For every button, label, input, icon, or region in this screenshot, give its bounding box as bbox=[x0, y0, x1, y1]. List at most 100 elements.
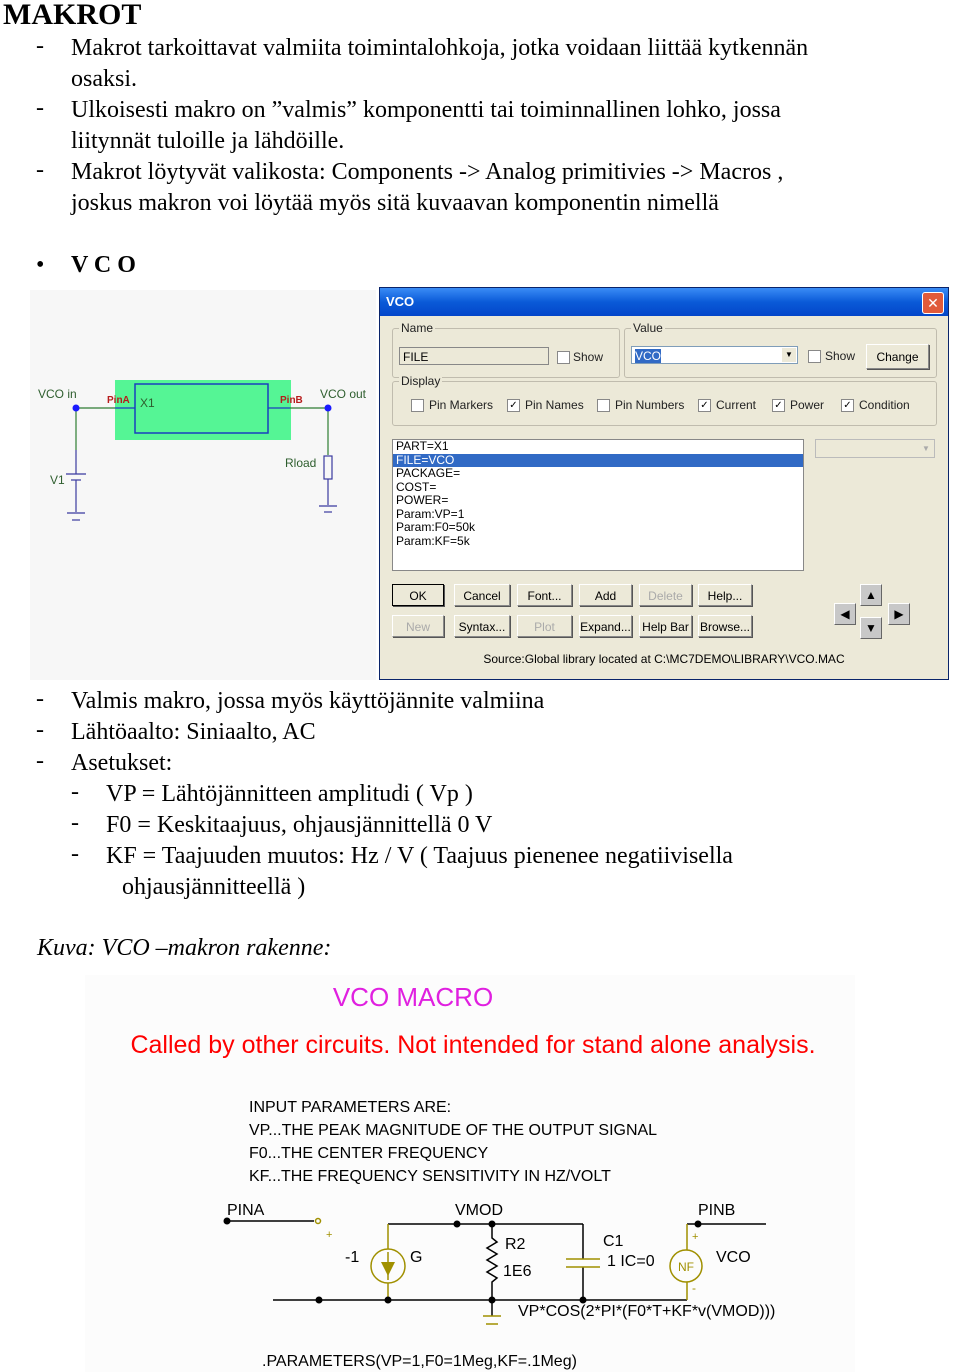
text-line: F0 = Keskitaajuus, ohjausjännittellä 0 V bbox=[106, 812, 493, 838]
value-show-checkbox[interactable] bbox=[808, 350, 821, 363]
label-pin-a: PinA bbox=[107, 395, 130, 406]
checkbox-pin-names[interactable]: ✓ bbox=[507, 399, 520, 412]
text-line: Valmis makro, jossa myös käyttöjännite v… bbox=[71, 688, 545, 714]
label-pin-b: PinB bbox=[280, 395, 303, 406]
label-r2: R2 bbox=[505, 1236, 526, 1253]
value-combobox[interactable]: VCO ▼ bbox=[631, 346, 798, 364]
font-button[interactable]: Font... bbox=[517, 584, 572, 606]
label-g: G bbox=[410, 1249, 422, 1266]
checkbox-label: Pin Markers bbox=[429, 398, 494, 412]
param-line: KF...THE FREQUENCY SENSITIVITY IN HZ/VOL… bbox=[249, 1168, 611, 1185]
node-vco-out bbox=[324, 404, 332, 412]
chevron-down-icon[interactable]: ▼ bbox=[919, 441, 933, 456]
name-group-label: Name bbox=[399, 321, 436, 335]
label-vco: VCO bbox=[716, 1249, 751, 1266]
node-vco-in bbox=[72, 404, 80, 412]
label-vco-out: VCO out bbox=[320, 387, 367, 401]
source-path: Source:Global library located at C:\MC7D… bbox=[483, 652, 845, 666]
dialog-title-bar[interactable]: VCO bbox=[380, 288, 948, 316]
text-line: joskus makron voi löytää myös sitä kuvaa… bbox=[71, 190, 719, 216]
name-field[interactable]: FILE bbox=[399, 347, 549, 365]
label-nf: NF bbox=[678, 1260, 694, 1274]
attribute-item[interactable]: Param:F0=50k bbox=[393, 520, 803, 535]
delete-button[interactable]: Delete bbox=[639, 584, 692, 606]
plot-button[interactable]: Plot bbox=[517, 615, 572, 637]
checkbox-label: Power bbox=[790, 398, 825, 412]
attribute-item[interactable]: Param:KF=5k bbox=[393, 534, 803, 549]
macro-block bbox=[115, 380, 291, 440]
label-gain: -1 bbox=[345, 1249, 359, 1266]
arrow-down-icon[interactable]: ▼ bbox=[860, 617, 882, 639]
cancel-button[interactable]: Cancel bbox=[454, 584, 510, 606]
label-r2-value: 1E6 bbox=[503, 1263, 532, 1280]
add-button[interactable]: Add bbox=[579, 584, 632, 606]
node bbox=[453, 1220, 461, 1228]
syntax-button[interactable]: Syntax... bbox=[454, 615, 510, 637]
help-button[interactable]: Help... bbox=[698, 584, 752, 606]
text-line: Asetukset: bbox=[71, 750, 173, 776]
display-group-label: Display bbox=[399, 374, 443, 388]
new-button[interactable]: New bbox=[392, 615, 444, 637]
change-button[interactable]: Change bbox=[866, 344, 929, 369]
checkbox-pin-numbers[interactable] bbox=[597, 399, 610, 412]
dash: - bbox=[36, 748, 44, 774]
text-line: liitynnät tuloille ja lähdöille. bbox=[71, 128, 345, 154]
value-group-label: Value bbox=[631, 321, 665, 335]
expand-button[interactable]: Expand... bbox=[579, 615, 632, 637]
param-line: INPUT PARAMETERS ARE: bbox=[249, 1099, 451, 1116]
value-text: VCO bbox=[635, 349, 662, 363]
arrow-left-icon[interactable]: ◀ bbox=[834, 603, 856, 625]
label-pinb: PINB bbox=[698, 1202, 735, 1219]
attribute-item[interactable]: Param:VP=1 bbox=[393, 507, 803, 522]
browse-button[interactable]: Browse... bbox=[698, 615, 752, 637]
parameters-directive: .PARAMETERS(VP=1,F0=1Meg,KF=.1Meg) bbox=[262, 1353, 577, 1370]
node bbox=[488, 1220, 496, 1228]
dash: - bbox=[36, 33, 44, 59]
macro-subtitle: Called by other circuits. Not intended f… bbox=[130, 1031, 815, 1059]
text-line: KF = Taajuuden muutos: Hz / V ( Taajuus … bbox=[106, 843, 733, 869]
label-nf-plus: + bbox=[692, 1231, 698, 1243]
vco-attribute-dialog: VCO ✕ Name FILE Show Value VCO ▼ Show Cha… bbox=[379, 287, 949, 680]
name-show-checkbox[interactable] bbox=[557, 351, 570, 364]
ok-button[interactable]: OK bbox=[392, 584, 444, 606]
macro-title: VCO MACRO bbox=[333, 982, 493, 1012]
bullet: • bbox=[36, 252, 45, 278]
name-show-label: Show bbox=[573, 350, 604, 364]
node bbox=[315, 1296, 323, 1304]
checkbox-label: Current bbox=[716, 398, 757, 412]
label-plus: + bbox=[326, 1229, 332, 1241]
chevron-down-icon[interactable]: ▼ bbox=[782, 348, 796, 362]
attribute-item[interactable]: POWER= bbox=[393, 493, 803, 508]
dash: - bbox=[71, 841, 79, 867]
dash: - bbox=[36, 686, 44, 712]
attribute-list[interactable]: PART=X1 FILE=VCO PACKAGE= COST= POWER= Param:… bbox=[392, 439, 804, 571]
attribute-item[interactable]: PACKAGE= bbox=[393, 466, 803, 481]
attribute-item[interactable]: FILE=VCO bbox=[393, 453, 803, 467]
checkbox-power[interactable]: ✓ bbox=[772, 399, 785, 412]
label-pina: PINA bbox=[227, 1202, 265, 1219]
arrow-up-icon[interactable]: ▲ bbox=[860, 584, 882, 606]
checkbox-current[interactable]: ✓ bbox=[698, 399, 711, 412]
help-bar-button[interactable]: Help Bar bbox=[639, 615, 692, 637]
label-v1: V1 bbox=[50, 473, 65, 487]
checkbox-label: Pin Numbers bbox=[615, 398, 685, 412]
node bbox=[384, 1296, 392, 1304]
close-icon[interactable]: ✕ bbox=[922, 292, 944, 314]
checkbox-pin-markers[interactable] bbox=[411, 399, 424, 412]
checkbox-condition[interactable]: ✓ bbox=[841, 399, 854, 412]
dialog-title: VCO bbox=[386, 294, 415, 309]
attribute-value-combobox[interactable]: ▼ bbox=[815, 439, 935, 458]
dash: - bbox=[71, 810, 79, 836]
figure-caption: Kuva: VCO –makron rakenne: bbox=[37, 935, 332, 961]
label-vmod: VMOD bbox=[455, 1202, 503, 1219]
dash: - bbox=[36, 95, 44, 121]
current-arrow-icon bbox=[381, 1262, 395, 1276]
vco-formula: VP*COS(2*PI*(F0*T+KF*v(VMOD))) bbox=[518, 1303, 775, 1320]
checkbox-label: Pin Names bbox=[525, 398, 584, 412]
attribute-item[interactable]: PART=X1 bbox=[393, 439, 803, 454]
attribute-item[interactable]: COST= bbox=[393, 480, 803, 495]
param-line: F0...THE CENTER FREQUENCY bbox=[249, 1145, 488, 1162]
text-line: ohjausjännitteellä ) bbox=[122, 874, 306, 900]
label-rload: Rload bbox=[285, 456, 316, 470]
arrow-right-icon[interactable]: ▶ bbox=[888, 603, 910, 625]
